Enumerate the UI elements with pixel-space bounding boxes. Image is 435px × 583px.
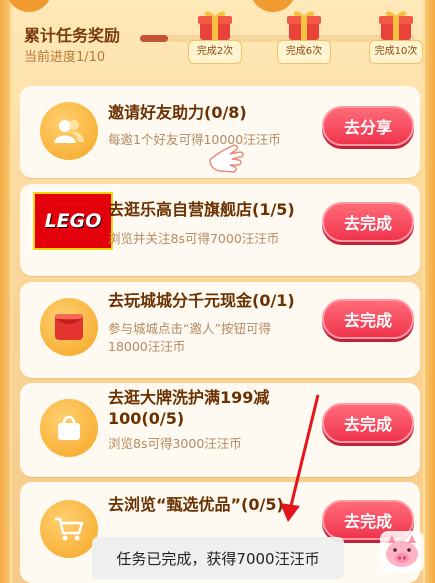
panel-border-left	[0, 0, 12, 583]
share-button[interactable]: 去分享	[322, 106, 414, 146]
hand-pointer-icon	[209, 144, 244, 173]
reward-title: 累计任务奖励	[24, 26, 121, 45]
shopping-bag-icon	[40, 399, 98, 457]
complete-button[interactable]: 去完成	[322, 299, 414, 339]
milestone-2[interactable]: 完成2次	[188, 8, 242, 66]
progress-bar-fill	[140, 35, 168, 42]
shopping-cart-icon	[40, 500, 98, 558]
gift-box-icon	[379, 11, 413, 40]
progress-text: 当前进度1/10	[24, 50, 106, 65]
milestone-label: 完成2次	[188, 40, 242, 64]
milestone-10[interactable]: 完成10次	[369, 8, 423, 66]
complete-button[interactable]: 去完成	[322, 202, 414, 242]
gift-box-icon	[287, 11, 321, 40]
gift-box-icon	[198, 11, 232, 40]
milestone-label: 完成6次	[277, 40, 331, 64]
task-card-city: 去玩城城分千元现金(0/1) 参与城城点击“邀人”按钮可得18000汪汪币 去完…	[20, 282, 420, 378]
task-desc: 浏览并关注8s可得7000汪汪币	[108, 231, 280, 246]
task-desc: 参与城城点击“邀人”按钮可得18000汪汪币	[108, 321, 271, 354]
task-title: 邀请好友助力(0/8)	[108, 103, 247, 122]
red-envelope-icon	[40, 298, 98, 356]
pig-icon[interactable]	[378, 529, 426, 575]
task-card-care: 去逛大牌洗护满199减100(0/5) 浏览8s可得3000汪汪币 去完成	[20, 383, 420, 477]
task-title: 去逛乐高自营旗舰店(1/5)	[108, 200, 295, 219]
milestone-6[interactable]: 完成6次	[277, 8, 331, 66]
milestone-label: 完成10次	[369, 40, 423, 64]
task-desc: 浏览8s可得3000汪汪币	[108, 436, 242, 451]
task-card-lego: LEGO 去逛乐高自营旗舰店(1/5) 浏览并关注8s可得7000汪汪币 去完成	[20, 184, 420, 276]
task-title: 去玩城城分千元现金(0/1)	[108, 291, 295, 310]
lego-logo-text: LEGO	[33, 192, 113, 250]
panel-border-right	[423, 0, 435, 583]
task-title: 去浏览“甄选优品”(0/5)	[108, 495, 284, 514]
friends-icon	[40, 102, 98, 160]
lego-logo: LEGO	[30, 190, 116, 252]
toast-message: 任务已完成，获得7000汪汪币	[92, 537, 344, 579]
complete-button[interactable]: 去完成	[322, 403, 414, 443]
task-title: 去逛大牌洗护满199减100(0/5)	[108, 388, 270, 428]
